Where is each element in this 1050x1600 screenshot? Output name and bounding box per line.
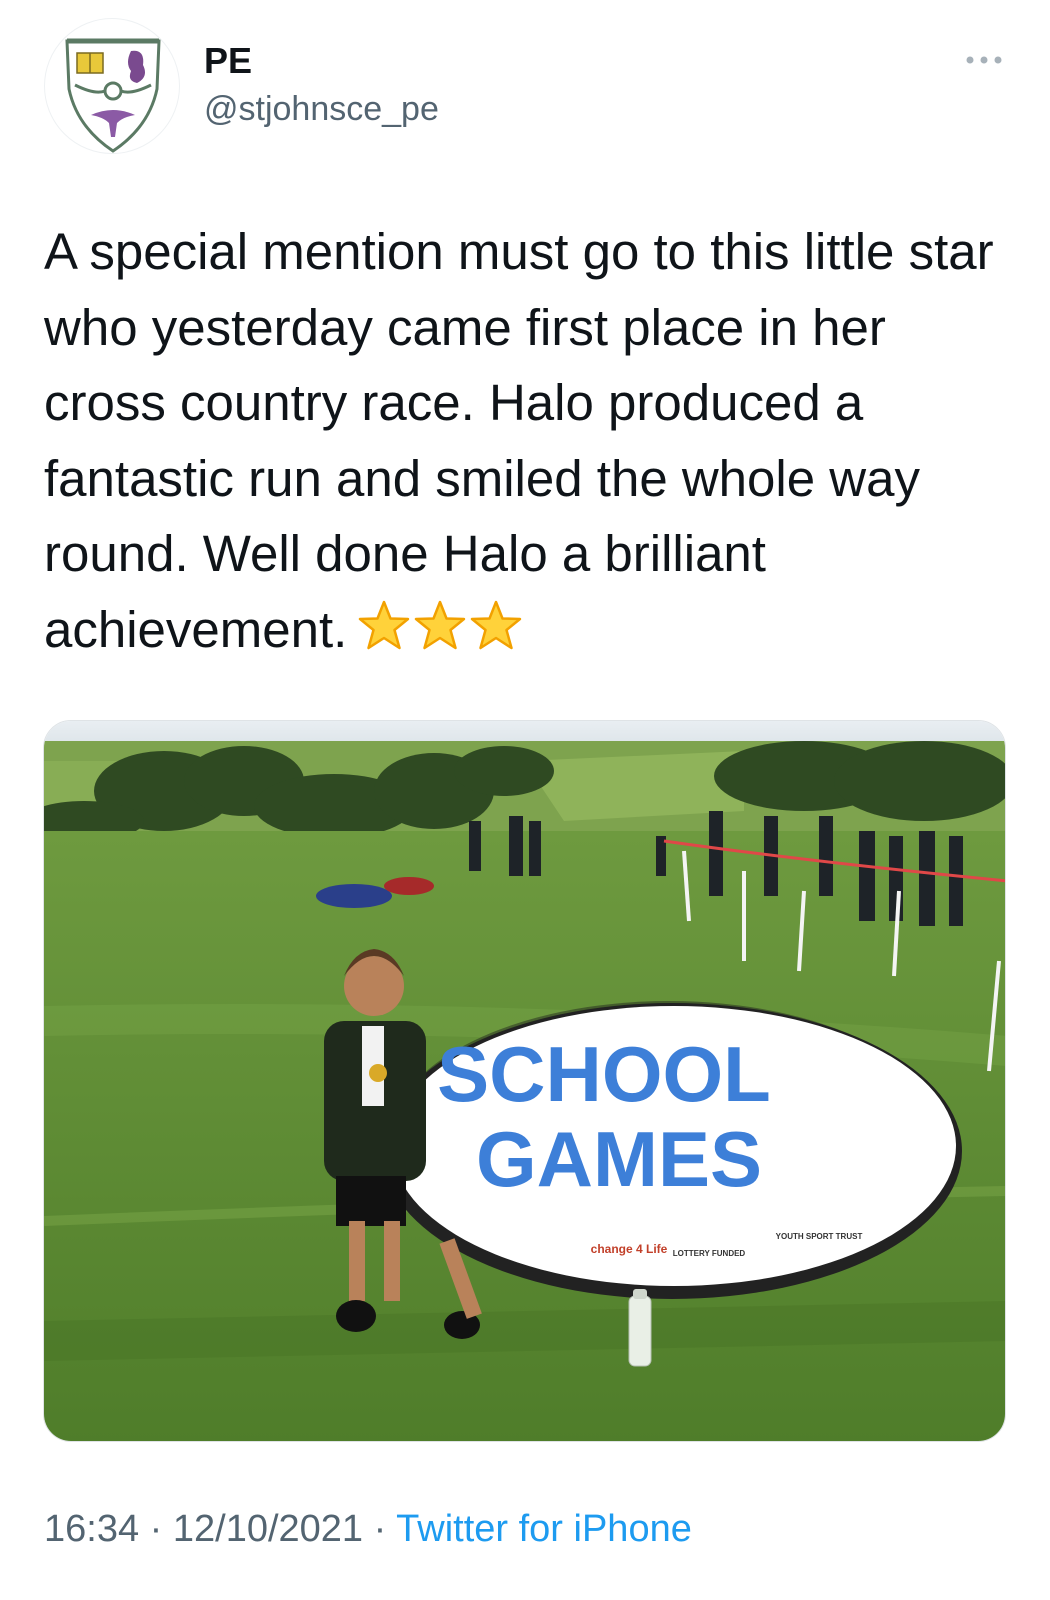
banner-title-school: SCHOOL bbox=[437, 1030, 771, 1118]
glowing-star-icon bbox=[415, 600, 466, 649]
user-handle[interactable]: @stjohnsce_pe bbox=[204, 90, 439, 129]
tweet-time[interactable]: 16:34 bbox=[44, 1508, 139, 1550]
school-crest-icon bbox=[65, 38, 161, 153]
tweet-source-link[interactable]: Twitter for iPhone bbox=[396, 1508, 692, 1550]
banner-sponsor-1: change 4 Life bbox=[591, 1242, 668, 1256]
banner-title-games: GAMES bbox=[476, 1115, 762, 1203]
avatar[interactable] bbox=[44, 18, 180, 154]
meta-separator: · bbox=[363, 1508, 397, 1550]
more-horizontal-icon[interactable] bbox=[964, 52, 1004, 68]
star-emojis bbox=[357, 598, 525, 674]
glowing-star-icon bbox=[471, 600, 522, 649]
tweet-text: A special mention must go to this little… bbox=[44, 214, 1019, 673]
tweet-photo[interactable]: SCHOOL GAMES change 4 Life LOTTERY FUNDE… bbox=[43, 720, 1006, 1442]
meta-separator: · bbox=[139, 1508, 173, 1550]
tweet-body: A special mention must go to this little… bbox=[44, 223, 1008, 658]
tweet-card: PE @stjohnsce_pe A special mention must … bbox=[0, 0, 1050, 1600]
glowing-star-icon bbox=[359, 600, 410, 649]
banner-sponsor-2: LOTTERY FUNDED bbox=[673, 1249, 746, 1258]
banner-sponsor-3: YOUTH SPORT TRUST bbox=[776, 1232, 863, 1241]
display-name[interactable]: PE bbox=[204, 40, 252, 82]
tweet-meta: 16:34 · 12/10/2021 · Twitter for iPhone bbox=[44, 1508, 692, 1551]
photo-scene: SCHOOL GAMES change 4 Life LOTTERY FUNDE… bbox=[44, 721, 1005, 1441]
tweet-date[interactable]: 12/10/2021 bbox=[173, 1508, 363, 1550]
